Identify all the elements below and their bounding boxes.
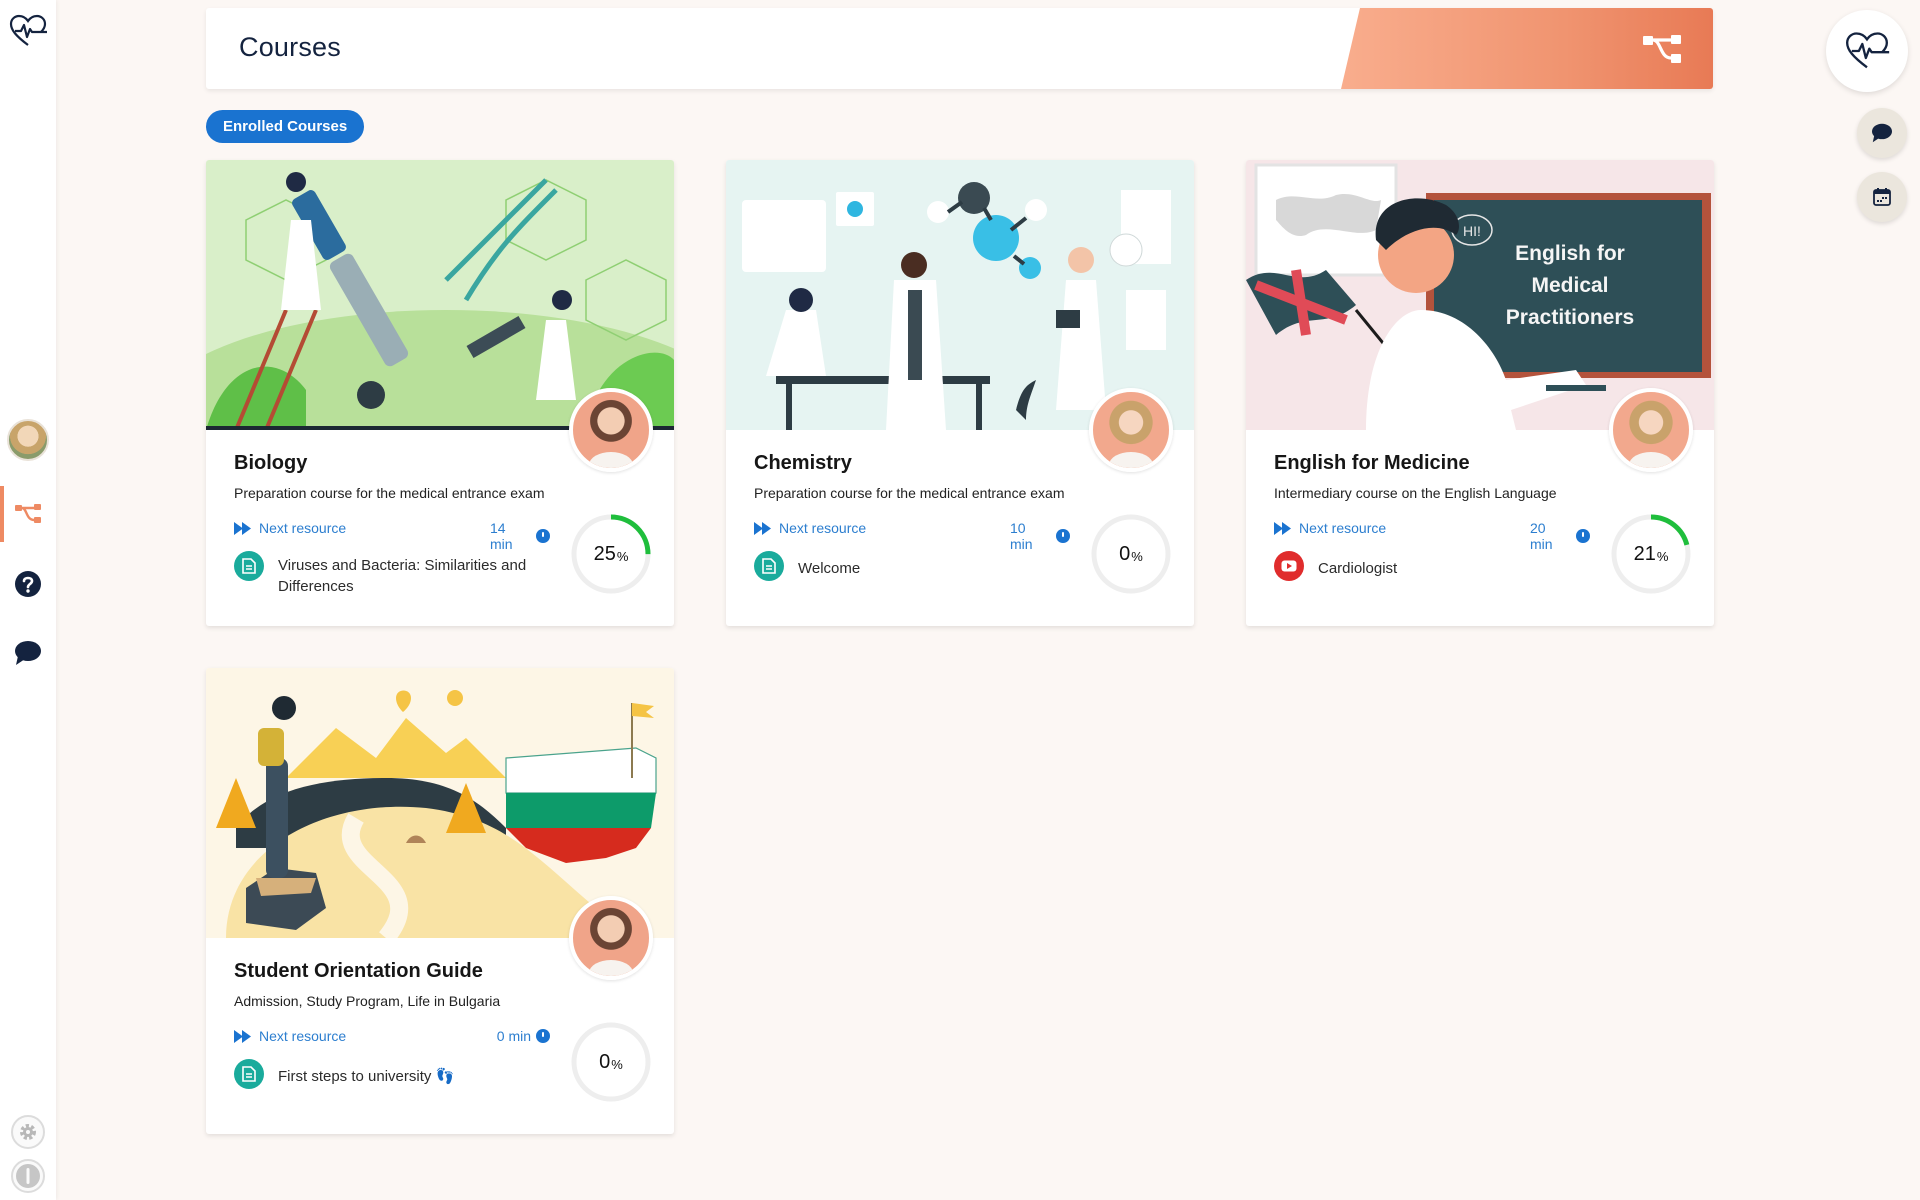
resource-title: Welcome xyxy=(798,560,861,577)
progress-label: 25% xyxy=(593,542,629,565)
power-icon xyxy=(16,1164,40,1188)
course-card-chemistry[interactable]: Chemistry Preparation course for the med… xyxy=(726,160,1194,626)
instructor-avatar xyxy=(569,896,653,980)
course-card-english-for-medicine[interactable]: English for Medical Practitioners HI! En… xyxy=(1246,160,1714,626)
next-resource-label: Next resource xyxy=(1299,520,1387,536)
next-resource-item[interactable]: Welcome xyxy=(754,550,1074,581)
progress-label: 0% xyxy=(599,1050,623,1073)
duration-text: 0 min xyxy=(496,1028,531,1044)
resource-duration: 20 min xyxy=(1530,520,1590,552)
health-button[interactable] xyxy=(1826,10,1908,92)
sidebar-profile-avatar[interactable] xyxy=(0,418,56,462)
resource-duration: 0 min xyxy=(490,1028,550,1044)
heart-pulse-icon xyxy=(1845,32,1890,69)
course-card-biology[interactable]: Biology Preparation course for the medic… xyxy=(206,160,674,626)
sidebar-item-chat[interactable] xyxy=(0,633,56,673)
calendar-icon xyxy=(1873,188,1891,206)
clock-icon xyxy=(1576,529,1590,543)
course-subtitle: Admission, Study Program, Life in Bulgar… xyxy=(234,993,501,1009)
chat-icon xyxy=(1872,123,1892,143)
logo[interactable] xyxy=(0,10,56,52)
course-subtitle: Intermediary course on the English Langu… xyxy=(1274,485,1557,501)
progress-value: 25 xyxy=(593,542,616,565)
fast-forward-icon xyxy=(1274,521,1291,535)
course-title: Chemistry xyxy=(754,452,852,474)
instructor-avatar xyxy=(1089,388,1173,472)
clock-icon xyxy=(1056,529,1070,543)
resource-title: First steps to university 👣 xyxy=(278,1068,455,1085)
course-subtitle: Preparation course for the medical entra… xyxy=(754,485,1065,501)
course-title: English for Medicine xyxy=(1274,452,1470,474)
progress-value: 21 xyxy=(1633,542,1656,565)
fast-forward-icon xyxy=(234,1029,251,1043)
sidebar-item-courses[interactable] xyxy=(0,486,56,542)
progress-label: 21% xyxy=(1633,542,1669,565)
progress-value: 0 xyxy=(1119,542,1131,565)
duration-text: 20 min xyxy=(1530,520,1553,552)
course-tree-icon xyxy=(1643,35,1681,63)
svg-text:HI!: HI! xyxy=(1463,223,1481,239)
chat-button[interactable] xyxy=(1857,108,1907,158)
fast-forward-icon xyxy=(234,521,251,535)
next-resource-item[interactable]: Cardiologist xyxy=(1274,550,1594,581)
resource-duration: 14 min xyxy=(490,520,550,552)
video-icon xyxy=(1274,551,1304,581)
svg-text:Medical: Medical xyxy=(1531,274,1608,297)
resource-title: Viruses and Bacteria: Similarities and D… xyxy=(278,557,527,595)
document-icon xyxy=(234,551,264,581)
instructor-avatar xyxy=(569,388,653,472)
svg-text:Practitioners: Practitioners xyxy=(1506,306,1634,329)
enrolled-courses-filter[interactable]: Enrolled Courses xyxy=(206,110,365,143)
progress-label: 0% xyxy=(1119,542,1143,565)
next-resource-label: Next resource xyxy=(259,1028,347,1044)
duration-text: 14 min xyxy=(490,520,513,552)
course-card-student-orientation[interactable]: Student Orientation Guide Admission, Stu… xyxy=(206,668,674,1134)
sidebar xyxy=(0,0,56,1200)
course-title: Biology xyxy=(234,452,308,474)
fast-forward-icon xyxy=(754,521,771,535)
document-icon xyxy=(754,551,784,581)
instructor-avatar xyxy=(1609,388,1693,472)
settings-button[interactable] xyxy=(11,1115,45,1149)
next-resource-link[interactable]: Next resource xyxy=(234,1028,346,1044)
progress-value: 0 xyxy=(599,1050,611,1073)
logout-button[interactable] xyxy=(11,1159,45,1193)
sidebar-item-help[interactable] xyxy=(0,564,56,604)
next-resource-link[interactable]: Next resource xyxy=(754,520,866,536)
gear-icon xyxy=(20,1124,36,1140)
course-tree-icon xyxy=(15,504,41,523)
page-title: Courses xyxy=(239,32,341,62)
heart-pulse-icon xyxy=(9,14,47,46)
resource-duration: 10 min xyxy=(1010,520,1070,552)
clock-icon xyxy=(536,1029,550,1043)
help-icon xyxy=(15,571,41,597)
document-icon xyxy=(234,1059,264,1089)
clock-icon xyxy=(536,529,550,543)
course-title: Student Orientation Guide xyxy=(234,960,483,982)
next-resource-link[interactable]: Next resource xyxy=(1274,520,1386,536)
next-resource-label: Next resource xyxy=(259,520,347,536)
svg-text:English for: English for xyxy=(1515,242,1625,265)
next-resource-label: Next resource xyxy=(779,520,867,536)
avatar xyxy=(7,419,49,461)
course-subtitle: Preparation course for the medical entra… xyxy=(234,485,545,501)
resource-title: Cardiologist xyxy=(1318,560,1398,577)
page-header: Courses xyxy=(206,8,1713,89)
next-resource-item[interactable]: Viruses and Bacteria: Similarities and D… xyxy=(234,550,554,597)
next-resource-item[interactable]: First steps to university 👣 xyxy=(234,1058,554,1089)
next-resource-link[interactable]: Next resource xyxy=(234,520,346,536)
duration-text: 10 min xyxy=(1010,520,1033,552)
active-indicator xyxy=(0,486,4,542)
chat-icon xyxy=(15,641,41,665)
calendar-button[interactable] xyxy=(1857,172,1907,222)
